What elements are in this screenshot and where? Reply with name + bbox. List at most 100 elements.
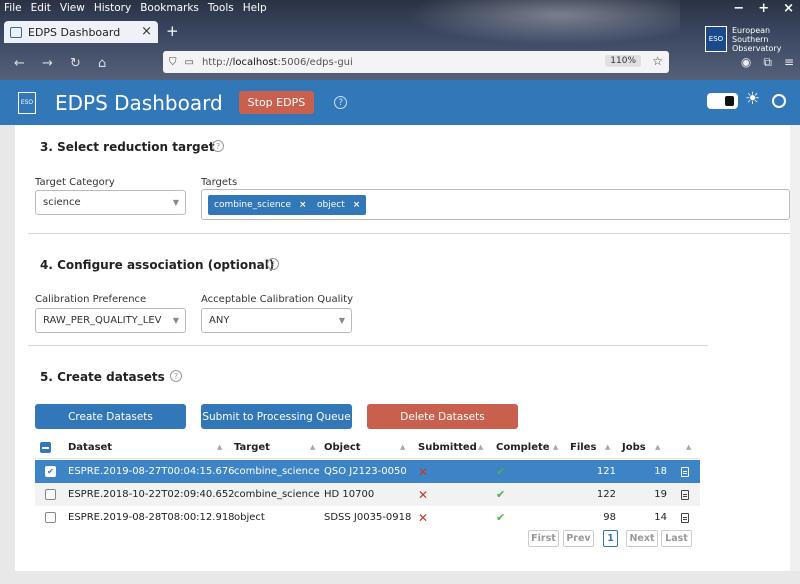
- col-dataset[interactable]: Dataset: [68, 436, 112, 459]
- menu-edit[interactable]: Edit: [31, 2, 51, 14]
- url-bar[interactable]: ⛉ ▭ http://localhost:5006/edps-gui 110% …: [163, 51, 669, 73]
- account-icon[interactable]: ◉: [741, 55, 751, 70]
- sort-icon[interactable]: ▲: [400, 443, 405, 451]
- pager-prev-button[interactable]: Prev: [563, 530, 594, 547]
- submit-queue-button[interactable]: Submit to Processing Queue: [201, 404, 352, 429]
- target-category-select[interactable]: science ▼: [35, 190, 186, 215]
- new-tab-button[interactable]: +: [166, 22, 179, 40]
- forward-arrow-icon[interactable]: →: [42, 56, 56, 71]
- menu-view[interactable]: View: [60, 2, 85, 14]
- jobs-cell: 19: [654, 489, 667, 500]
- extensions-icon[interactable]: ⧉: [763, 55, 772, 70]
- sort-icon[interactable]: ▲: [553, 443, 558, 451]
- close-window-button[interactable]: ×: [783, 1, 794, 16]
- url-prefix: http://: [201, 56, 233, 68]
- sun-icon[interactable]: ☀: [745, 89, 760, 109]
- remove-chip-icon[interactable]: ×: [299, 200, 307, 210]
- sort-icon[interactable]: ▲: [217, 443, 222, 451]
- window-controls: − + ×: [733, 1, 794, 16]
- table-row[interactable]: ESPRE.2018-10-22T02:09:40.652 combine_sc…: [35, 483, 700, 506]
- col-target[interactable]: Target: [234, 436, 270, 459]
- maximize-button[interactable]: +: [758, 1, 769, 16]
- eso-logo: ESO European Southern Observatory: [705, 26, 781, 53]
- col-submitted[interactable]: Submitted: [418, 436, 477, 459]
- col-jobs[interactable]: Jobs: [622, 436, 646, 459]
- chevron-down-icon: ▼: [172, 198, 179, 207]
- home-icon[interactable]: ⌂: [98, 56, 112, 71]
- sort-icon[interactable]: ▲: [686, 443, 691, 451]
- calibration-preference-label: Calibration Preference: [35, 294, 147, 305]
- document-icon[interactable]: [681, 512, 689, 523]
- col-complete[interactable]: Complete: [496, 436, 550, 459]
- checkbox-icon[interactable]: [40, 442, 51, 453]
- target-category-value: science: [43, 197, 81, 208]
- calibration-quality-select[interactable]: ANY ▼: [201, 308, 352, 333]
- page-info-icon[interactable]: ▭: [185, 57, 194, 68]
- delete-datasets-button[interactable]: Delete Datasets: [367, 404, 518, 429]
- document-icon[interactable]: [681, 466, 689, 477]
- stop-edps-button[interactable]: Stop EDPS: [238, 91, 315, 114]
- reload-icon[interactable]: ↻: [70, 56, 84, 71]
- menu-bar: File Edit View History Bookmarks Tools H…: [0, 0, 800, 16]
- pager-first-button[interactable]: First: [528, 530, 559, 547]
- shield-icon[interactable]: ⛉: [169, 57, 177, 68]
- minimize-button[interactable]: −: [733, 1, 744, 16]
- sort-icon[interactable]: ▲: [310, 443, 315, 451]
- sort-icon[interactable]: ▲: [478, 443, 483, 451]
- submitted-x-icon: ✕: [418, 464, 429, 479]
- divider: [28, 345, 708, 346]
- section5-help-icon[interactable]: ?: [170, 370, 182, 382]
- dataset-cell: ESPRE.2019-08-28T08:00:12.918: [68, 512, 235, 523]
- row-checkbox[interactable]: [45, 489, 56, 500]
- back-arrow-icon[interactable]: ←: [14, 56, 28, 71]
- theme-toggle[interactable]: [707, 93, 738, 109]
- app-title: EDPS Dashboard: [55, 90, 223, 115]
- sort-icon[interactable]: ▲: [655, 443, 660, 451]
- target-chip-label: object: [317, 200, 345, 210]
- sort-icon[interactable]: ▲: [605, 443, 610, 451]
- calibration-preference-value: RAW_PER_QUALITY_LEV: [43, 315, 162, 326]
- menu-help[interactable]: Help: [243, 2, 267, 14]
- document-icon[interactable]: [681, 489, 689, 500]
- menu-tools[interactable]: Tools: [208, 2, 234, 14]
- section3-help-icon[interactable]: ?: [212, 140, 224, 152]
- bookmark-star-icon[interactable]: ☆: [652, 54, 663, 68]
- submitted-x-icon: ✕: [418, 510, 429, 525]
- col-files[interactable]: Files: [570, 436, 596, 459]
- zoom-level[interactable]: 110%: [605, 55, 641, 67]
- row-checkbox[interactable]: ✔: [45, 466, 56, 477]
- section4-help-icon[interactable]: ?: [267, 258, 279, 270]
- table-row[interactable]: ESPRE.2019-08-28T08:00:12.918 object SDS…: [35, 506, 700, 529]
- target-chip-combine-science: combine_science ×: [208, 195, 313, 215]
- toolbar-right: ◉ ⧉ ≡: [741, 55, 794, 70]
- pager-page-button[interactable]: 1: [603, 530, 618, 547]
- col-object[interactable]: Object: [324, 436, 361, 459]
- app-header: ESO EDPS Dashboard Stop EDPS ?: [0, 80, 800, 125]
- object-cell: QSO J2123-0050: [324, 466, 407, 477]
- divider: [28, 233, 790, 234]
- tab-title: EDPS Dashboard: [28, 25, 121, 39]
- object-cell: HD 10700: [324, 489, 375, 500]
- select-all-checkbox[interactable]: [40, 436, 51, 459]
- remove-chip-icon[interactable]: ×: [353, 200, 361, 210]
- target-chip-label: combine_science: [214, 200, 292, 210]
- status-circle-icon[interactable]: [772, 94, 786, 108]
- create-datasets-button[interactable]: Create Datasets: [35, 404, 186, 429]
- menu-bookmarks[interactable]: Bookmarks: [140, 2, 199, 14]
- url-path: :5006/edps-gui: [277, 56, 353, 68]
- pager-next-button[interactable]: Next: [626, 530, 658, 547]
- table-header: Dataset ▲ Target ▲ Object ▲ Submitted ▲ …: [35, 436, 700, 459]
- table-row[interactable]: ✔ ESPRE.2019-08-27T00:04:15.676 combine_…: [35, 460, 700, 483]
- tab-close-icon[interactable]: ×: [141, 24, 152, 39]
- menu-file[interactable]: File: [4, 2, 22, 14]
- menu-hamburger-icon[interactable]: ≡: [784, 55, 794, 70]
- menu-history[interactable]: History: [94, 2, 131, 14]
- row-checkbox[interactable]: [45, 512, 56, 523]
- files-cell: 121: [596, 466, 616, 477]
- help-icon[interactable]: ?: [334, 96, 348, 109]
- submitted-x-icon: ✕: [418, 487, 429, 502]
- calibration-preference-select[interactable]: RAW_PER_QUALITY_LEV ▼: [35, 308, 186, 333]
- scrollbar[interactable]: [790, 125, 800, 571]
- browser-tab[interactable]: EDPS Dashboard ×: [4, 21, 158, 43]
- pager-last-button[interactable]: Last: [661, 530, 692, 547]
